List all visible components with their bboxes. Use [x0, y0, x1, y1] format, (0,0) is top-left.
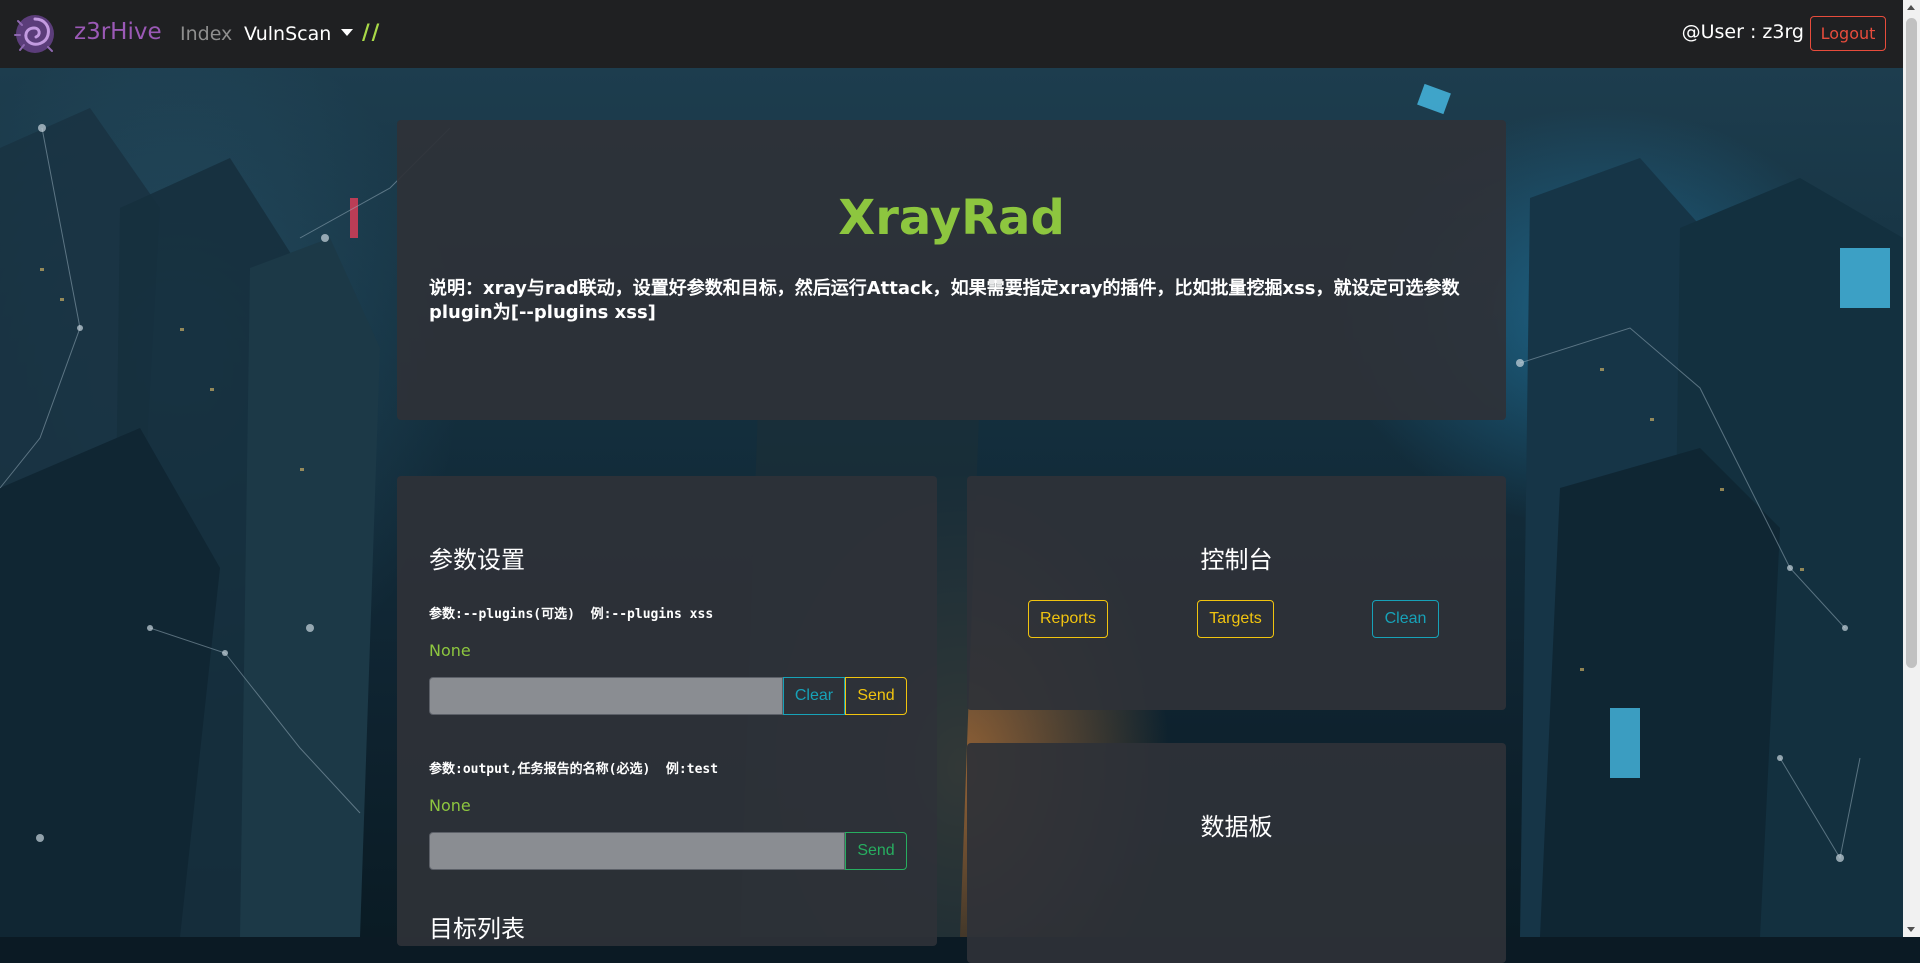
current-user-label: @User : z3rg — [1681, 21, 1804, 43]
page-scrollbar[interactable] — [1903, 0, 1920, 937]
nav-dropdown-label: VulnScan — [244, 23, 332, 45]
output-send-button[interactable]: Send — [845, 832, 907, 870]
databoard-panel: 数据板 — [967, 743, 1506, 963]
brand-name[interactable]: z3rHive — [74, 19, 162, 45]
targets-heading: 目标列表 — [429, 915, 525, 943]
plugins-send-button[interactable]: Send — [845, 677, 907, 715]
scroll-down-arrow-icon[interactable] — [1907, 927, 1915, 932]
scrollbar-thumb[interactable] — [1906, 18, 1917, 668]
plugins-clear-button[interactable]: Clear — [783, 677, 845, 715]
params-panel: 参数设置 参数:--plugins(可选) 例:--plugins xss No… — [397, 476, 937, 946]
targets-button[interactable]: Targets — [1197, 600, 1274, 638]
output-input-group: Send — [429, 832, 907, 870]
databoard-heading: 数据板 — [1200, 813, 1273, 841]
plugins-input[interactable] — [429, 677, 783, 715]
nav-link-slash[interactable]: // — [362, 20, 381, 44]
console-panel: 控制台 Reports Targets Clean — [967, 476, 1506, 710]
caret-down-icon — [341, 29, 354, 36]
plugins-current-value: None — [429, 641, 471, 660]
scroll-up-arrow-icon[interactable] — [1907, 5, 1915, 10]
plugins-param-label: 参数:--plugins(可选) 例:--plugins xss — [429, 607, 714, 622]
page-description: 说明：xray与rad联动，设置好参数和目标，然后运行Attack，如果需要指定… — [429, 278, 1460, 323]
params-heading: 参数设置 — [429, 546, 525, 574]
plugins-input-group: Clear Send — [429, 677, 907, 715]
top-navbar: z3rHive Index VulnScan // @User : z3rg L… — [0, 0, 1920, 68]
output-input[interactable] — [429, 832, 845, 870]
output-current-value: None — [429, 796, 471, 815]
reports-button[interactable]: Reports — [1028, 600, 1108, 638]
output-param-label: 参数:output,任务报告的名称(必选) 例:test — [429, 762, 719, 777]
page-title: XrayRad — [838, 190, 1065, 246]
hero-panel: XrayRad 说明：xray与rad联动，设置好参数和目标，然后运行Attac… — [397, 120, 1506, 420]
nav-dropdown-vulnscan[interactable]: VulnScan — [244, 23, 354, 45]
logout-button[interactable]: Logout — [1810, 16, 1886, 51]
clean-button[interactable]: Clean — [1372, 600, 1439, 638]
console-heading: 控制台 — [1200, 546, 1273, 574]
zerg-hive-logo-icon[interactable] — [14, 13, 56, 55]
nav-link-index[interactable]: Index — [180, 23, 232, 45]
